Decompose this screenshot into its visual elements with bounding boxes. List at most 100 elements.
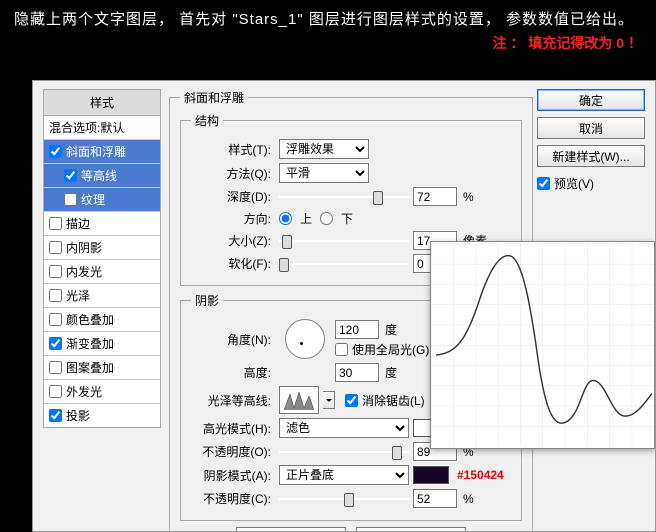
shadow-mode-select[interactable]: 正片叠底 (279, 465, 409, 485)
style-label-0: 斜面和浮雕 (66, 143, 126, 160)
style-label-4: 内阴影 (66, 239, 102, 256)
angle-input[interactable] (335, 320, 379, 339)
direction-up-label: 上 (300, 210, 312, 227)
style-label-5: 内发光 (66, 263, 102, 280)
style-label-3: 描边 (66, 215, 90, 232)
direction-down-radio[interactable] (320, 212, 333, 225)
style-checkbox-3[interactable] (49, 217, 62, 230)
soften-label: 软化(F): (191, 255, 275, 272)
antialias-label: 消除锯齿(L) (362, 392, 425, 409)
style-row-8[interactable]: 渐变叠加 (44, 332, 160, 356)
note-text: 注 ： 填充记得改为 0 ！ (0, 31, 656, 57)
style-label-6: 光泽 (66, 287, 90, 304)
new-style-button[interactable]: 新建样式(W)... (537, 145, 645, 167)
technique-select[interactable]: 平滑 (279, 163, 369, 183)
altitude-unit: 度 (385, 364, 397, 381)
blend-options-label: 混合选项:默认 (49, 119, 124, 136)
technique-label: 方法(Q): (191, 165, 275, 182)
contour-icon (284, 390, 314, 410)
ok-button[interactable]: 确定 (537, 89, 645, 111)
style-checkbox-11[interactable] (49, 409, 62, 422)
global-light-checkbox[interactable] (335, 343, 348, 356)
style-label-10: 外发光 (66, 383, 102, 400)
style-checkbox-1[interactable] (64, 169, 77, 182)
style-label: 样式(T): (191, 141, 275, 158)
reset-default-button[interactable]: 复位为默认值 (356, 527, 466, 532)
depth-input[interactable] (413, 187, 457, 206)
style-checkbox-4[interactable] (49, 241, 62, 254)
shadow-opacity-input[interactable] (413, 489, 457, 508)
style-row-1[interactable]: 等高线 (44, 164, 160, 188)
antialias-checkbox[interactable] (345, 394, 358, 407)
dialog-buttons: 确定 取消 新建样式(W)... 预览(V) (537, 89, 645, 194)
style-label-7: 颜色叠加 (66, 311, 114, 328)
contour-curve (431, 242, 654, 448)
style-checkbox-9[interactable] (49, 361, 62, 374)
style-label-2: 纹理 (81, 191, 105, 208)
direction-up-radio[interactable] (279, 212, 292, 225)
angle-dial[interactable] (285, 319, 325, 359)
depth-slider[interactable] (279, 190, 409, 204)
style-label-1: 等高线 (81, 167, 117, 184)
chevron-down-icon[interactable] (323, 391, 335, 409)
highlight-mode-select[interactable]: 滤色 (279, 418, 409, 438)
style-label-11: 投影 (66, 407, 90, 424)
style-row-9[interactable]: 图案叠加 (44, 356, 160, 380)
style-checkbox-10[interactable] (49, 385, 62, 398)
direction-down-label: 下 (341, 210, 353, 227)
style-label-9: 图案叠加 (66, 359, 114, 376)
style-row-6[interactable]: 光泽 (44, 284, 160, 308)
global-light-label: 使用全局光(G) (352, 341, 429, 358)
preview-label: 预览(V) (554, 175, 594, 192)
style-row-4[interactable]: 内阴影 (44, 236, 160, 260)
direction-label: 方向: (191, 210, 275, 227)
shadow-mode-label: 阴影模式(A): (191, 467, 275, 484)
size-label: 大小(Z): (191, 232, 275, 249)
shading-legend: 阴影 (191, 292, 223, 309)
style-row-3[interactable]: 描边 (44, 212, 160, 236)
styles-sidebar: 样式 混合选项:默认 斜面和浮雕等高线纹理描边内阴影内发光光泽颜色叠加渐变叠加图… (43, 89, 161, 428)
style-row-2[interactable]: 纹理 (44, 188, 160, 212)
instruction-text: 隐藏上两个文字图层， 首先对 "Stars_1" 图层进行图层样式的设置， 参数… (0, 0, 656, 31)
angle-unit: 度 (385, 321, 397, 338)
style-select[interactable]: 浮雕效果 (279, 139, 369, 159)
size-slider[interactable] (279, 234, 409, 248)
highlight-opacity-label: 不透明度(O): (191, 443, 275, 460)
structure-legend: 结构 (191, 112, 223, 129)
style-row-10[interactable]: 外发光 (44, 380, 160, 404)
shadow-color-swatch[interactable] (413, 466, 449, 484)
style-checkbox-6[interactable] (49, 289, 62, 302)
depth-label: 深度(D): (191, 188, 275, 205)
blend-options-row[interactable]: 混合选项:默认 (44, 116, 160, 140)
style-row-0[interactable]: 斜面和浮雕 (44, 140, 160, 164)
styles-list: 混合选项:默认 斜面和浮雕等高线纹理描边内阴影内发光光泽颜色叠加渐变叠加图案叠加… (43, 116, 161, 428)
style-label-8: 渐变叠加 (66, 335, 114, 352)
shadow-opacity-label: 不透明度(C): (191, 490, 275, 507)
style-checkbox-5[interactable] (49, 265, 62, 278)
highlight-opacity-slider[interactable] (279, 445, 409, 459)
altitude-label: 高度: (191, 364, 275, 381)
preview-checkbox[interactable] (537, 177, 550, 190)
style-checkbox-0[interactable] (49, 145, 62, 158)
styles-header: 样式 (43, 89, 161, 116)
style-row-11[interactable]: 投影 (44, 404, 160, 427)
angle-label: 角度(N): (191, 331, 275, 348)
depth-unit: % (463, 190, 474, 204)
make-default-button[interactable]: 设置为默认值 (236, 527, 346, 532)
contour-preview-popup (430, 241, 655, 449)
soften-slider[interactable] (279, 257, 409, 271)
highlight-mode-label: 高光模式(H): (191, 420, 275, 437)
style-row-5[interactable]: 内发光 (44, 260, 160, 284)
style-checkbox-8[interactable] (49, 337, 62, 350)
style-checkbox-2[interactable] (64, 193, 77, 206)
altitude-input[interactable] (335, 363, 379, 382)
gloss-contour-picker[interactable] (279, 386, 319, 414)
style-checkbox-7[interactable] (49, 313, 62, 326)
cancel-button[interactable]: 取消 (537, 117, 645, 139)
shadow-opacity-slider[interactable] (279, 492, 409, 506)
style-row-7[interactable]: 颜色叠加 (44, 308, 160, 332)
shadow-opacity-unit: % (463, 492, 474, 506)
shadow-color-text: #150424 (457, 468, 504, 482)
gloss-contour-label: 光泽等高线: (191, 392, 275, 409)
layer-style-dialog: 样式 混合选项:默认 斜面和浮雕等高线纹理描边内阴影内发光光泽颜色叠加渐变叠加图… (32, 80, 656, 532)
